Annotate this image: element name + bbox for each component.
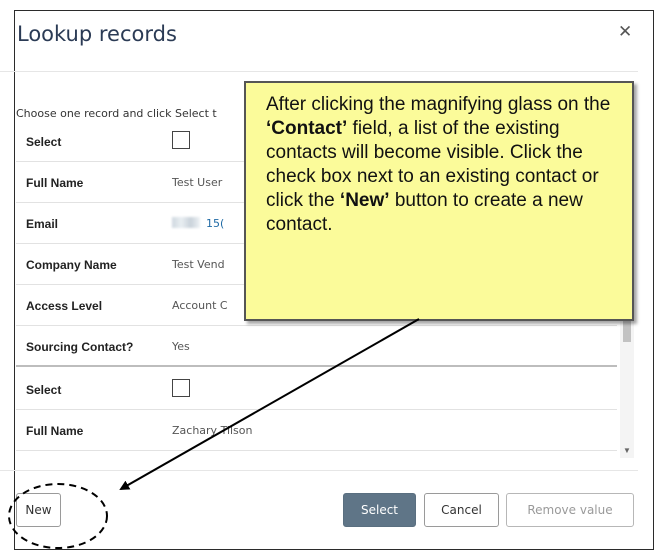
annotation-overlay [8,318,420,549]
new-button-highlight-circle [8,483,108,549]
callout-arrow [119,318,420,490]
